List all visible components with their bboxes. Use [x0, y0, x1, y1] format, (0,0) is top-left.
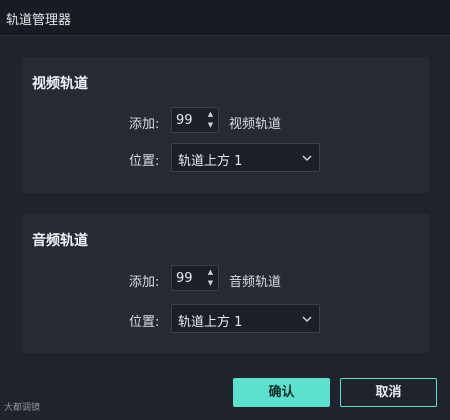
video-add-count-stepper[interactable]: 99 ▲ ▼ — [171, 107, 219, 133]
audio-track-panel: 音频轨道 添加: 99 ▲ ▼ 音频轨道 位置: 轨道上方 1 — [22, 214, 429, 353]
audio-add-count-stepper[interactable]: 99 ▲ ▼ — [171, 265, 219, 291]
video-add-count-value[interactable]: 99 — [176, 113, 193, 128]
title-bar: 轨道管理器 — [0, 0, 450, 36]
watermark: 大都调镜 — [4, 403, 41, 413]
video-position-value: 轨道上方 1 — [178, 154, 243, 169]
chevron-up-icon[interactable]: ▲ — [206, 109, 215, 120]
video-stepper-arrows: ▲ ▼ — [206, 109, 215, 131]
window-title: 轨道管理器 — [6, 13, 72, 28]
chevron-down-icon[interactable]: ▼ — [206, 278, 215, 289]
confirm-button[interactable]: 确认 — [233, 378, 330, 407]
audio-track-heading: 音频轨道 — [32, 233, 88, 249]
audio-position-value: 轨道上方 1 — [178, 315, 243, 330]
audio-position-select[interactable]: 轨道上方 1 — [171, 304, 320, 333]
audio-add-count-value[interactable]: 99 — [176, 271, 193, 286]
video-add-label: 添加: — [129, 117, 160, 132]
chevron-down-icon — [302, 316, 312, 323]
video-track-heading: 视频轨道 — [32, 76, 88, 92]
audio-stepper-arrows: ▲ ▼ — [206, 267, 215, 289]
audio-add-label: 添加: — [129, 275, 160, 290]
video-position-select[interactable]: 轨道上方 1 — [171, 143, 320, 172]
video-add-suffix: 视频轨道 — [229, 117, 282, 132]
cancel-button[interactable]: 取消 — [340, 378, 437, 407]
video-track-panel: 视频轨道 添加: 99 ▲ ▼ 视频轨道 位置: 轨道上方 1 — [22, 57, 429, 193]
chevron-up-icon[interactable]: ▲ — [206, 267, 215, 278]
video-position-label: 位置: — [129, 154, 160, 169]
chevron-down-icon — [302, 155, 312, 162]
audio-position-label: 位置: — [129, 315, 160, 330]
chevron-down-icon[interactable]: ▼ — [206, 120, 215, 131]
audio-add-suffix: 音频轨道 — [229, 275, 282, 290]
